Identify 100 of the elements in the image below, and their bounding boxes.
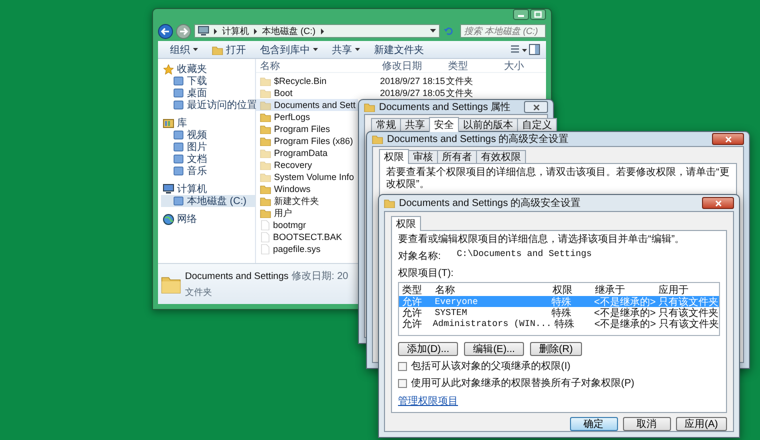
column-header[interactable]: 继承于 — [592, 282, 656, 296]
column-header[interactable]: 修改日期 — [382, 59, 448, 73]
file-row[interactable]: BOOTSECT.BAK — [256, 231, 356, 243]
dialog-button[interactable]: 确定 — [570, 417, 618, 431]
file-name: 用户 — [274, 206, 292, 220]
chevron-right-icon — [213, 28, 218, 34]
tab[interactable]: 以前的版本 — [458, 118, 518, 131]
tab[interactable]: 安全 — [429, 117, 459, 132]
file-row[interactable]: Documents and Sett — [256, 99, 358, 111]
checkbox-label: 包括可从该对象的父项继承的权限(I) — [411, 360, 570, 373]
toolbar-button[interactable]: 组织 — [164, 42, 204, 58]
column-header[interactable]: 名称 — [256, 59, 382, 73]
file-name: PerfLogs — [274, 112, 310, 122]
nav-item[interactable]: 视频 — [161, 129, 255, 141]
close-button[interactable] — [712, 133, 744, 145]
close-icon — [532, 104, 540, 110]
dialog-button[interactable]: 取消 — [622, 417, 671, 431]
nav-item[interactable]: 收藏夹 — [161, 63, 255, 75]
file-row[interactable]: 新建文件夹 — [256, 195, 356, 207]
table-cell-text: 允许 — [401, 296, 423, 308]
table-cell-text: 只有该文件夹 — [658, 306, 720, 318]
manage-entries-link[interactable]: 管理权限项目 — [398, 394, 458, 408]
close-button[interactable] — [524, 101, 548, 113]
file-row[interactable]: $Recycle.Bin 2018/9/27 18:15文件夹 — [256, 75, 502, 87]
path-segment[interactable]: 计算机 — [222, 24, 249, 38]
item-icon — [173, 166, 184, 176]
folder-icon — [384, 198, 395, 208]
tab[interactable]: 审核 — [408, 150, 438, 163]
item-icon — [173, 76, 184, 86]
file-type: 文件夹 — [446, 74, 474, 88]
chevron-right-icon — [320, 28, 324, 34]
toolbar-button[interactable]: 包含到库中 — [254, 42, 324, 58]
toolbar-button[interactable]: 新建文件夹 — [368, 42, 430, 58]
address-bar[interactable]: 计算机 本地磁盘 (C:) — [194, 24, 440, 38]
tab[interactable]: 权限 — [379, 149, 409, 164]
column-header[interactable]: 大小 — [504, 59, 524, 73]
file-row[interactable]: Windows — [256, 183, 356, 195]
tab[interactable]: 常规 — [371, 118, 401, 131]
tab[interactable]: 自定义 — [517, 118, 557, 131]
nav-item[interactable]: 计算机 — [161, 183, 255, 195]
folder-icon — [212, 44, 223, 54]
nav-item[interactable]: 本地磁盘 (C:) — [161, 195, 255, 207]
column-header[interactable]: 权限 — [549, 282, 592, 296]
file-row[interactable]: ProgramData — [256, 147, 356, 159]
tab[interactable]: 共享 — [400, 118, 430, 131]
file-row[interactable]: System Volume Info — [256, 171, 356, 183]
file-name: ProgramData — [274, 148, 328, 158]
table-row[interactable]: 允许 SYSTEM 特殊 <不是继承的> 只有该文件夹 — [399, 307, 719, 318]
column-header[interactable]: 类型 — [448, 59, 504, 73]
search-field[interactable]: 搜索 本地磁盘 (C:) — [460, 24, 546, 38]
table-cell-text: Administrators (WIN... — [432, 318, 552, 328]
file-name: System Volume Info — [274, 172, 354, 182]
folder-icon — [161, 274, 181, 294]
dialog-button[interactable]: 应用(A) — [676, 417, 727, 431]
file-row[interactable]: Program Files — [256, 123, 356, 135]
path-segment[interactable]: 本地磁盘 (C:) — [262, 24, 316, 38]
nav-item[interactable]: 音乐 — [161, 165, 255, 177]
tab[interactable]: 所有者 — [437, 150, 477, 163]
file-row[interactable]: Program Files (x86) — [256, 135, 356, 147]
file-row[interactable]: pagefile.sys — [256, 243, 356, 255]
nav-item[interactable]: 网络 — [161, 213, 255, 225]
nav-item[interactable]: 图片 — [161, 141, 255, 153]
action-button[interactable]: 删除(R) — [530, 342, 582, 356]
tab[interactable]: 有效权限 — [476, 150, 526, 163]
file-row[interactable]: Recovery — [256, 159, 356, 171]
file-row[interactable]: bootmgr — [256, 219, 356, 231]
action-button[interactable]: 编辑(E)... — [464, 342, 524, 356]
column-header[interactable]: 名称 — [432, 282, 550, 296]
star-icon — [163, 64, 174, 74]
object-name: C:\Documents and Settings — [456, 249, 592, 261]
table-row[interactable]: 允许 Administrators (WIN... 特殊 <不是继承的> 只有该文件夹 — [399, 318, 719, 329]
checkbox[interactable] — [398, 378, 407, 388]
checkbox[interactable] — [398, 362, 407, 370]
toolbar-button[interactable]: 打开 — [206, 42, 252, 58]
nav-item[interactable]: 文档 — [161, 153, 255, 165]
table-cell-text: 允许 — [401, 306, 423, 318]
caret-icon — [355, 48, 360, 51]
nav-item[interactable]: 库 — [161, 117, 255, 129]
item-icon — [173, 142, 184, 152]
nav-item[interactable]: 桌面 — [161, 87, 255, 99]
table-cell-text: <不是继承的> — [593, 318, 656, 330]
tab[interactable]: 权限 — [391, 216, 421, 231]
table-cell-text: 只有该文件夹 — [658, 296, 720, 308]
file-row[interactable]: 用户 — [256, 207, 356, 219]
folder-icon — [364, 102, 375, 112]
preview-pane-icon — [529, 44, 540, 55]
file-name: 新建文件夹 — [274, 194, 319, 208]
action-button[interactable]: 添加(D)... — [398, 342, 458, 356]
toolbar-button[interactable]: 共享 — [326, 42, 366, 58]
file-name: $Recycle.Bin — [274, 76, 327, 86]
table-cell-text: Everyone — [434, 296, 479, 306]
item-icon — [173, 196, 184, 206]
nav-item[interactable]: 最近访问的位置 — [161, 99, 255, 111]
nav-item[interactable]: 下载 — [161, 75, 255, 87]
date-modified: 2018/9/27 18:15 — [380, 76, 446, 86]
close-button[interactable] — [702, 197, 734, 209]
column-header[interactable]: 类型 — [399, 282, 432, 296]
file-row[interactable]: Boot 2018/9/27 18:05文件夹 — [256, 87, 502, 99]
column-header[interactable]: 应用于 — [655, 282, 719, 296]
file-row[interactable]: PerfLogs — [256, 111, 356, 123]
